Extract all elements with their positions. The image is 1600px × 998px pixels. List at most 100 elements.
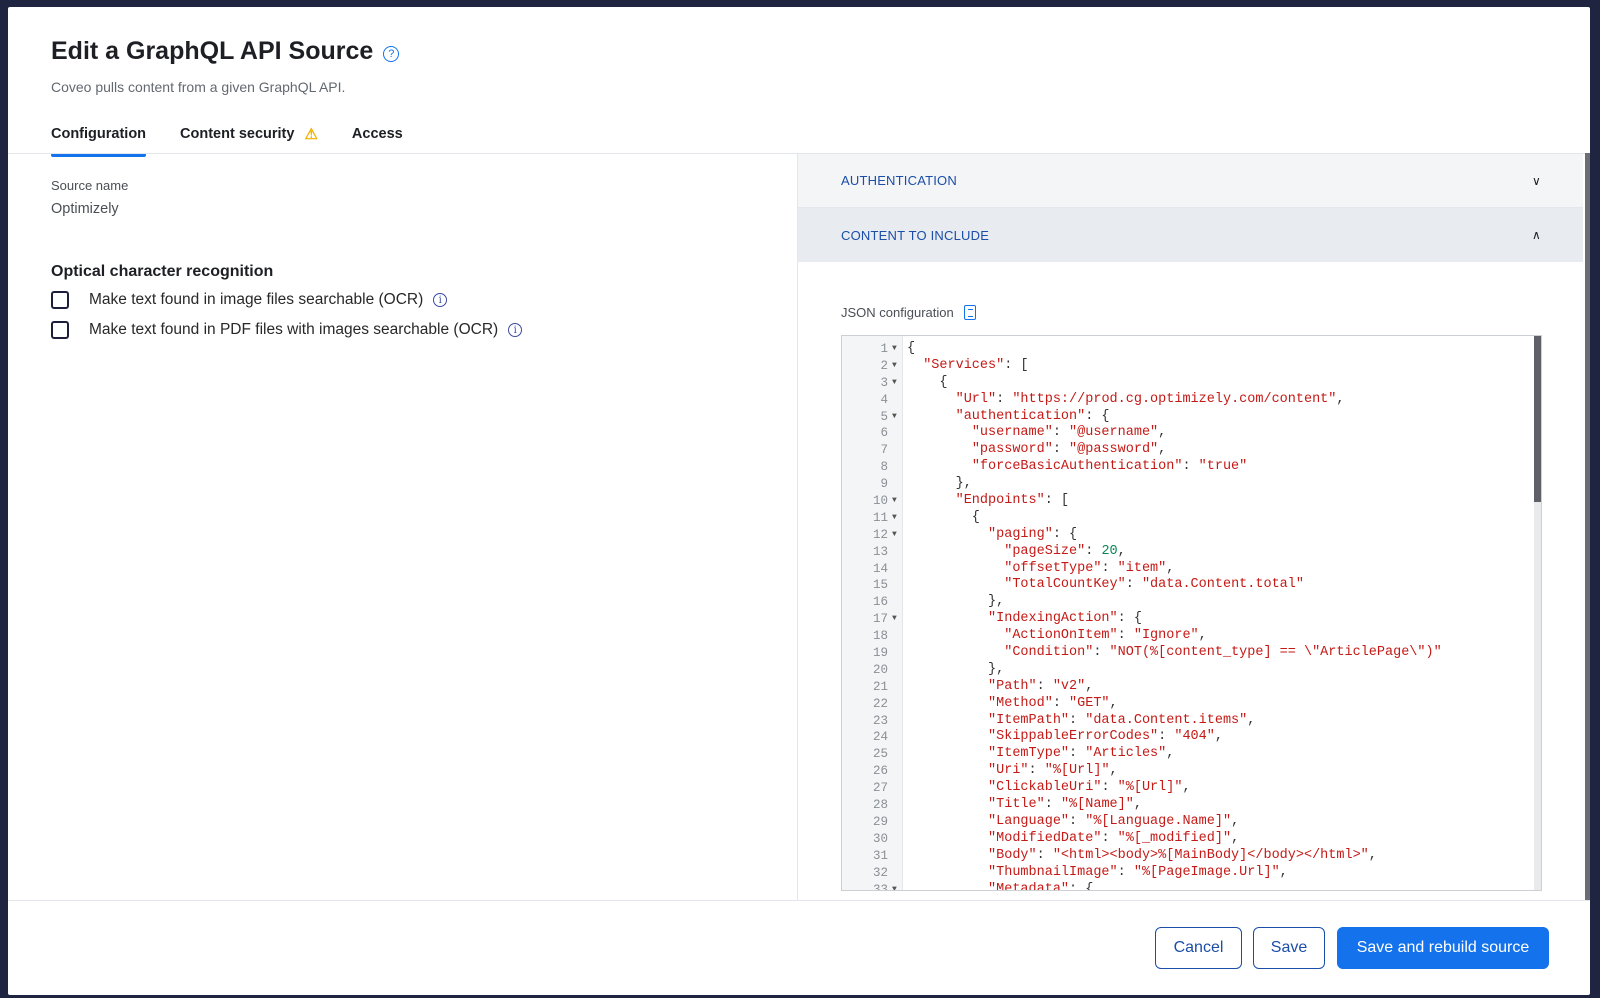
checkbox[interactable] (51, 321, 69, 339)
fold-arrow-icon[interactable]: ▼ (892, 409, 903, 426)
code-text: "Endpoints": [ (955, 493, 1070, 509)
fold-arrow-icon[interactable] (892, 476, 903, 493)
info-icon[interactable]: i (508, 323, 523, 337)
fold-arrow-icon[interactable]: ▼ (892, 510, 903, 527)
edit-source-modal: Edit a GraphQL API Source ? Coveo pulls … (8, 7, 1590, 995)
code-text: "Url": "https://prod.cg.optimizely.com/c… (955, 391, 1345, 407)
code-text: "TotalCountKey": "data.Content.total" (1004, 577, 1304, 593)
code-line: 32 "ThumbnailImage": "%[PageImage.Url]", (842, 865, 1541, 882)
panel-scrollbar[interactable] (1585, 153, 1590, 900)
code-line: 8 "forceBasicAuthentication": "true" (842, 459, 1541, 476)
line-number: 18 (872, 629, 888, 644)
fold-arrow-icon[interactable] (892, 392, 903, 409)
cancel-button[interactable]: Cancel (1155, 927, 1242, 969)
code-text: "password": "@password", (971, 442, 1167, 458)
code-line: 23 "ItemPath": "data.Content.items", (842, 713, 1541, 730)
fold-arrow-icon[interactable] (892, 848, 903, 865)
checkbox[interactable] (51, 291, 69, 309)
json-editor[interactable]: 1 ▼{2 ▼ "Services": [3 ▼ {4 "Url": "https:/… (841, 335, 1542, 891)
code-line: 1 ▼ { (842, 341, 1541, 358)
code-text: }, (907, 476, 972, 492)
code-line: 17 ▼ "IndexingAction": { (842, 611, 1541, 628)
code-line: 22 "Method": "GET", (842, 696, 1541, 713)
fold-arrow-icon[interactable] (892, 544, 903, 561)
ocr-pdf-checkbox-row[interactable]: Make text found in PDF files with images… (51, 321, 523, 339)
line-number: 4 (880, 392, 888, 407)
line-number: 3 (880, 375, 888, 390)
footer-divider (8, 900, 1590, 901)
line-number: 32 (872, 865, 888, 880)
fold-arrow-icon[interactable] (892, 662, 903, 679)
chevron-up-icon[interactable]: ∧ (1532, 228, 1541, 242)
fold-arrow-icon[interactable] (892, 746, 903, 763)
line-number: 33 (872, 882, 888, 891)
fold-arrow-icon[interactable] (892, 865, 903, 882)
tab-label: Access (351, 126, 403, 142)
code-text: "forceBasicAuthentication": "true" (971, 459, 1248, 475)
checkbox-label[interactable]: Make text found in PDF files with images… (89, 321, 498, 339)
chevron-down-icon[interactable]: ∨ (1532, 174, 1541, 188)
section-label: AUTHENTICATION (841, 173, 957, 188)
help-icon[interactable]: ? (383, 45, 400, 62)
fold-arrow-icon[interactable] (892, 696, 903, 713)
editor-scrollbar[interactable] (1534, 336, 1541, 890)
line-number: 20 (872, 662, 888, 677)
fold-arrow-icon[interactable] (892, 594, 903, 611)
line-number: 29 (872, 814, 888, 829)
fold-arrow-icon[interactable] (892, 459, 903, 476)
fold-arrow-icon[interactable] (892, 442, 903, 459)
line-number: 5 (880, 409, 888, 424)
fold-arrow-icon[interactable] (892, 831, 903, 848)
save-button[interactable]: Save (1253, 927, 1325, 969)
line-number: 22 (872, 696, 888, 711)
checkbox-label[interactable]: Make text found in image files searchabl… (89, 291, 423, 309)
code-line: 12 ▼ "paging": { (842, 527, 1541, 544)
fold-arrow-icon[interactable] (892, 577, 903, 594)
fold-arrow-icon[interactable] (892, 679, 903, 696)
fold-arrow-icon[interactable] (892, 763, 903, 780)
code-text: "SkippableErrorCodes": "404", (988, 729, 1223, 745)
code-text: "Metadata": { (988, 881, 1094, 891)
line-number: 6 (880, 426, 888, 441)
line-number: 9 (880, 477, 888, 492)
fold-arrow-icon[interactable] (892, 780, 903, 797)
fold-arrow-icon[interactable]: ▼ (892, 358, 903, 375)
line-number: 12 (872, 527, 888, 542)
code-line: 5 ▼ "authentication": { (842, 409, 1541, 426)
page-title: Edit a GraphQL API Source ? (51, 37, 400, 66)
code-line: 9 }, (842, 476, 1541, 493)
fold-arrow-icon[interactable]: ▼ (892, 882, 903, 891)
code-lines[interactable]: 1 ▼{2 ▼ "Services": [3 ▼ {4 "Url": "https:/… (842, 341, 1541, 891)
code-line: 7 "password": "@password", (842, 442, 1541, 459)
line-number: 24 (872, 730, 888, 745)
ocr-image-checkbox-row[interactable]: Make text found in image files searchabl… (51, 291, 448, 309)
save-and-rebuild-button[interactable]: Save and rebuild source (1337, 927, 1549, 969)
line-number: 17 (872, 612, 888, 627)
content-to-include-section-header[interactable]: CONTENT TO INCLUDE ∧ (798, 208, 1583, 262)
fold-arrow-icon[interactable]: ▼ (892, 493, 903, 510)
fold-arrow-icon[interactable]: ▼ (892, 527, 903, 544)
fold-arrow-icon[interactable] (892, 561, 903, 578)
line-number: 15 (872, 578, 888, 593)
fold-arrow-icon[interactable] (892, 814, 903, 831)
copy-icon[interactable] (963, 305, 976, 320)
fold-arrow-icon[interactable] (892, 425, 903, 442)
fold-arrow-icon[interactable] (892, 645, 903, 662)
code-line: 29 "Language": "%[Language.Name]", (842, 814, 1541, 831)
authentication-section-header[interactable]: AUTHENTICATION ∨ (798, 154, 1583, 208)
fold-arrow-icon[interactable]: ▼ (892, 375, 903, 392)
scrollbar-thumb[interactable] (1534, 336, 1541, 502)
info-icon[interactable]: i (433, 293, 448, 307)
code-text: "ItemPath": "data.Content.items", (988, 712, 1256, 728)
code-line: 18 "ActionOnItem": "Ignore", (842, 628, 1541, 645)
fold-arrow-icon[interactable] (892, 713, 903, 730)
code-text: "authentication": { (955, 408, 1110, 424)
fold-arrow-icon[interactable] (892, 628, 903, 645)
fold-arrow-icon[interactable]: ▼ (892, 611, 903, 628)
fold-arrow-icon[interactable] (892, 797, 903, 814)
json-label-text: JSON configuration (841, 305, 954, 320)
code-text: "Language": "%[Language.Name]", (988, 813, 1240, 829)
fold-arrow-icon[interactable]: ▼ (892, 341, 903, 358)
code-line: 30 "ModifiedDate": "%[_modified]", (842, 831, 1541, 848)
fold-arrow-icon[interactable] (892, 729, 903, 746)
